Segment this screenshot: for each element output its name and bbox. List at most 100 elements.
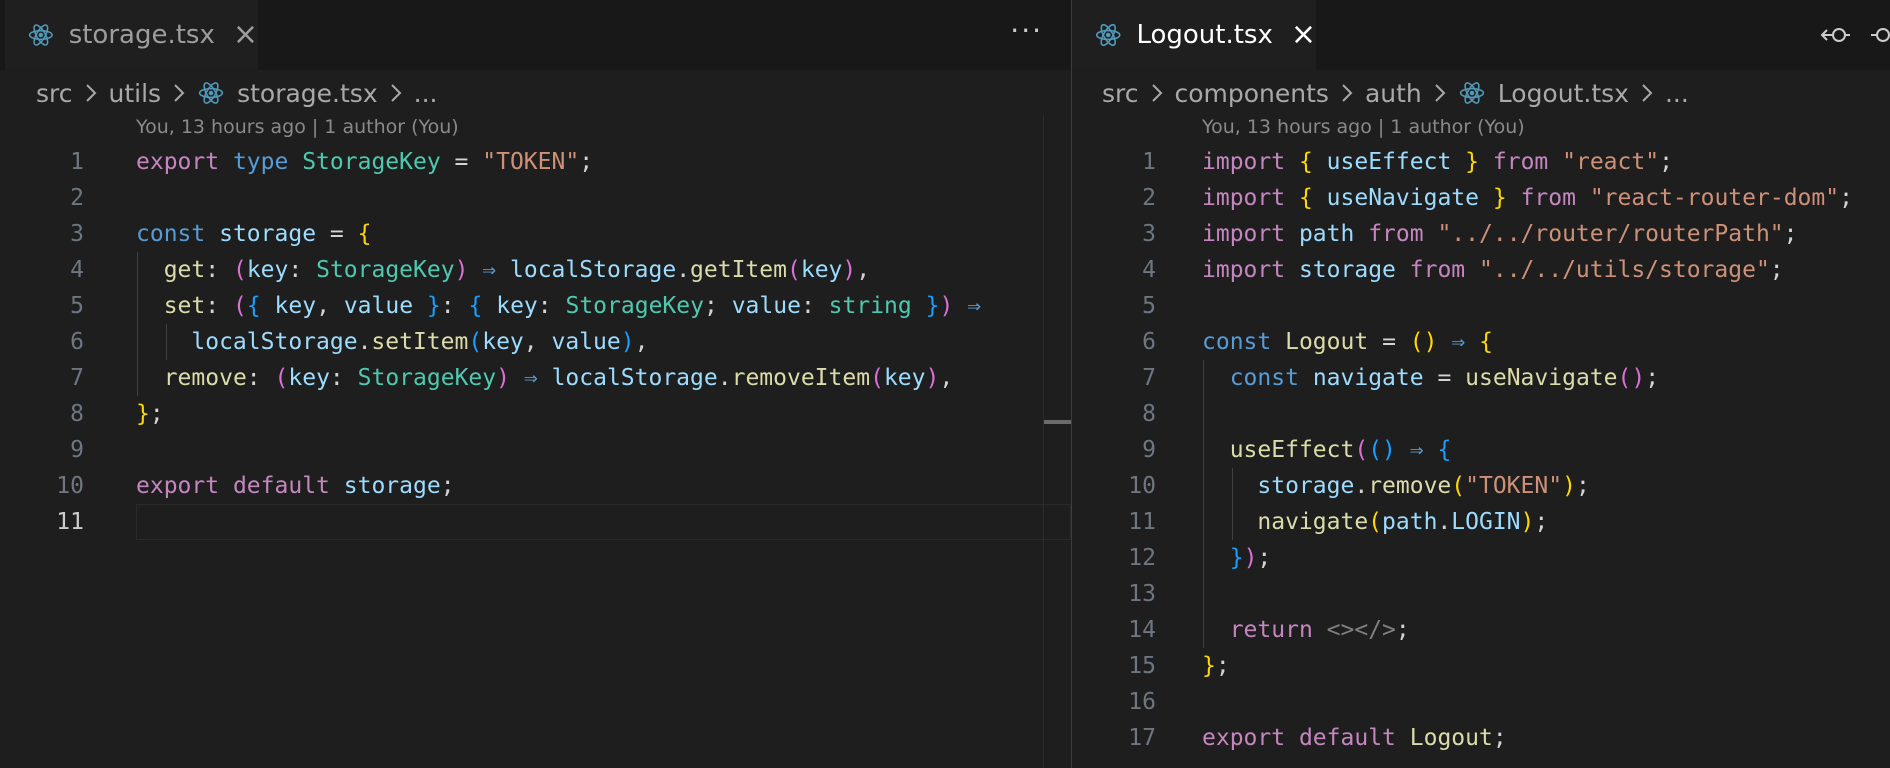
chevron-right-icon [1341,83,1353,103]
line-number: 9 [70,437,84,463]
line-number: 4 [70,257,84,283]
breadcrumb-item-symbols[interactable]: ... [1665,79,1689,108]
code-line: 5 [1072,288,1890,324]
code-text: import { useNavigate } from "react-route… [1202,185,1853,211]
code-text: export default storage; [136,473,455,499]
chevron-right-icon [85,83,97,103]
line-number: 6 [70,329,84,355]
code-text: import storage from "../../utils/storage… [1202,257,1784,283]
compare-icon[interactable] [1866,18,1890,52]
tab-title: storage.tsx [68,20,215,50]
scrollbar-thumb[interactable] [1044,420,1071,424]
line-number: 10 [1128,473,1156,499]
breadcrumb-item-symbols[interactable]: ... [414,79,438,108]
chevron-right-icon [173,83,185,103]
code-line: 14 return <></>; [1072,612,1890,648]
code-editor-left[interactable]: 1 export type StorageKey = "TOKEN"; 2 3 co… [0,144,1071,540]
code-text: remove: (key: StorageKey) ⇒ localStorage… [163,365,954,391]
breadcrumb-item-file[interactable]: Logout.tsx [1498,79,1629,108]
line-number: 15 [1128,653,1156,679]
code-text: storage.remove("TOKEN"); [1257,473,1590,499]
code-line: 10 export default storage; [0,468,1071,504]
chevron-right-icon [1434,83,1446,103]
line-number: 1 [70,149,84,175]
code-line: 2 import { useNavigate } from "react-rout… [1072,180,1890,216]
line-number: 10 [56,473,84,499]
code-line: 9 [0,432,1071,468]
editor-window: storage.tsx × ··· src utils storage.tsx … [0,0,1890,768]
code-text: }; [1202,653,1230,679]
line-number: 1 [1142,149,1156,175]
chevron-right-icon [1641,83,1653,103]
code-editor-right[interactable]: 1 import { useEffect } from "react"; 2 imp… [1072,144,1890,756]
line-number: 8 [70,401,84,427]
react-icon [28,24,53,46]
line-number: 9 [1142,437,1156,463]
compare-icon[interactable] [1818,18,1852,52]
line-number: 5 [1142,293,1156,319]
code-text: export type StorageKey = "TOKEN"; [136,149,594,175]
tab-title: Logout.tsx [1136,20,1273,50]
codelens-blame[interactable]: You, 13 hours ago | 1 author (You) [136,116,459,138]
tab-bar-right: Logout.tsx × [1072,0,1890,70]
indent-guide [1203,396,1204,432]
react-icon [1459,82,1484,104]
current-line-highlight [136,504,1071,540]
breadcrumb-item-src[interactable]: src [1102,79,1139,108]
breadcrumb-item-utils[interactable]: utils [109,79,162,108]
line-number: 4 [1142,257,1156,283]
line-number: 8 [1142,401,1156,427]
code-text: export default Logout; [1202,725,1507,751]
line-number: 12 [1128,545,1156,571]
breadcrumb-item-src[interactable]: src [36,79,73,108]
line-number: 11 [1128,509,1156,535]
more-icon[interactable]: ··· [1010,14,1043,47]
code-text: }; [136,401,164,427]
overview-ruler [1043,115,1044,768]
code-line: 12 }); [1072,540,1890,576]
code-text: }); [1229,545,1272,571]
chevron-right-icon [390,83,402,103]
line-number: 3 [1142,221,1156,247]
code-line: 10 storage.remove("TOKEN"); [1072,468,1890,504]
chevron-right-icon [1151,83,1163,103]
tab-logout[interactable]: Logout.tsx × [1072,0,1316,70]
code-line: 9 useEffect(() ⇒ { [1072,432,1890,468]
breadcrumb-item-auth[interactable]: auth [1365,79,1422,108]
code-line: 15}; [1072,648,1890,684]
code-text: get: (key: StorageKey) ⇒ localStorage.ge… [163,257,871,283]
editor-pane-right: Logout.tsx × src components auth Logout.… [1072,0,1890,768]
close-icon[interactable]: × [1291,20,1316,50]
code-text: const navigate = useNavigate(); [1229,365,1660,391]
close-icon[interactable]: × [233,20,258,50]
codelens-blame[interactable]: You, 13 hours ago | 1 author (You) [1202,116,1525,138]
code-text: const Logout = () ⇒ { [1202,329,1493,355]
breadcrumb-item-file[interactable]: storage.tsx [237,79,378,108]
editor-actions [1818,18,1890,52]
code-line: 16 [1072,684,1890,720]
code-line: 3 const storage = { [0,216,1071,252]
breadcrumb-item-components[interactable]: components [1175,79,1329,108]
code-line: 6 localStorage.setItem(key, value), [0,324,1071,360]
code-line: 2 [0,180,1071,216]
line-number: 5 [70,293,84,319]
line-number: 7 [70,365,84,391]
code-text: import { useEffect } from "react"; [1202,149,1673,175]
code-text: set: ({ key, value }: { key: StorageKey;… [163,293,982,319]
line-number: 14 [1128,617,1156,643]
line-number: 11 [56,509,84,535]
line-number: 2 [70,185,84,211]
line-number: 3 [70,221,84,247]
code-line: 1 import { useEffect } from "react"; [1072,144,1890,180]
code-line: 5 set: ({ key, value }: { key: StorageKe… [0,288,1071,324]
code-line: 7 const navigate = useNavigate(); [1072,360,1890,396]
code-line: 1 export type StorageKey = "TOKEN"; [0,144,1071,180]
code-line: 6 const Logout = () ⇒ { [1072,324,1890,360]
react-icon [1095,23,1121,47]
code-text: const storage = { [136,221,372,247]
tab-storage[interactable]: storage.tsx × [5,0,258,70]
code-line: 8 [1072,396,1890,432]
code-line: 11 navigate(path.LOGIN); [1072,504,1890,540]
breadcrumb-left: src utils storage.tsx ... [36,76,437,110]
react-icon [198,82,224,104]
